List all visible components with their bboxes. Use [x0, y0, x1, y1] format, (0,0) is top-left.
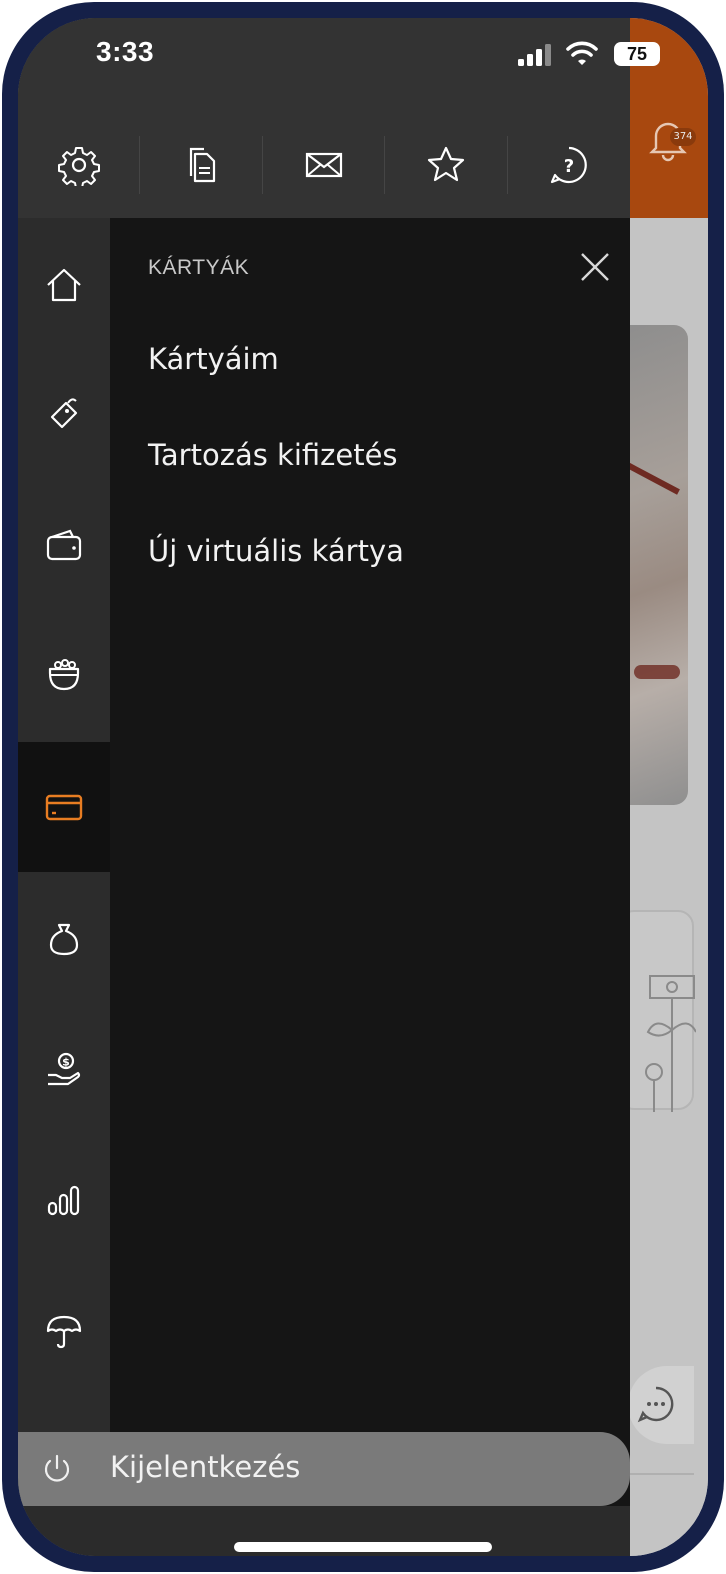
banner-decoration — [634, 665, 680, 679]
home-indicator[interactable] — [234, 1542, 492, 1552]
credit-card-icon — [45, 794, 83, 821]
messages-button[interactable] — [263, 130, 386, 200]
notification-badge: 374 — [670, 128, 696, 146]
logout-button[interactable]: Kijelentkezés — [18, 1432, 630, 1506]
tag-icon — [50, 398, 78, 429]
rail-item-cards[interactable] — [18, 742, 110, 872]
submenu-title: KÁRTYÁK — [148, 256, 250, 279]
favorites-button[interactable] — [385, 130, 508, 200]
chat-icon — [637, 1386, 674, 1423]
bar-chart-icon — [47, 1185, 80, 1216]
drawer-toolbar: ? — [18, 130, 630, 200]
logout-label: Kijelentkezés — [110, 1450, 301, 1484]
cards-submenu: KÁRTYÁK Kártyáim Tartozás kifizetés Új v… — [110, 218, 630, 1432]
wifi-icon — [566, 41, 598, 65]
menu-item-debt-payment[interactable]: Tartozás kifizetés — [148, 438, 398, 472]
rail-item-savings[interactable] — [18, 610, 110, 740]
rail-item-accounts[interactable] — [18, 480, 110, 610]
power-icon — [44, 1454, 70, 1482]
money-bag-icon — [49, 923, 79, 956]
wallet-icon — [46, 529, 82, 561]
menu-item-new-virtual-card[interactable]: Új virtuális kártya — [148, 534, 404, 568]
document-icon — [189, 147, 215, 183]
phone-frame: 374 ? $ KÁRTYÁK Kártyáim Tartozás kifize… — [0, 0, 726, 1574]
rail-item-statistics[interactable] — [18, 1134, 110, 1264]
help-button[interactable]: ? — [508, 130, 630, 200]
hand-coin-icon: $ — [48, 1052, 81, 1086]
piggy-pot-icon — [48, 659, 80, 691]
navigation-drawer: ? $ KÁRTYÁK Kártyáim Tartozás kifizetés … — [18, 18, 630, 1556]
rail-item-loans[interactable]: $ — [18, 1004, 110, 1134]
rail-item-insurance[interactable] — [18, 1266, 110, 1396]
cellular-signal-icon — [518, 44, 551, 66]
close-icon[interactable] — [576, 248, 614, 286]
umbrella-icon — [46, 1315, 82, 1349]
money-plant-icon — [645, 975, 697, 1112]
rail-item-investments[interactable] — [18, 874, 110, 1004]
svg-text:?: ? — [564, 156, 574, 177]
svg-text:$: $ — [62, 1056, 70, 1069]
gear-icon — [58, 147, 101, 186]
home-icon — [47, 268, 81, 302]
rail-item-home[interactable] — [18, 220, 110, 350]
star-icon — [428, 146, 465, 182]
mail-icon — [305, 152, 343, 178]
category-rail: $ — [18, 218, 110, 1432]
help-icon: ? — [550, 146, 587, 184]
status-bar: 3:33 75 — [18, 18, 708, 88]
banner-decoration — [624, 461, 680, 495]
documents-button[interactable] — [140, 130, 263, 200]
status-time: 3:33 — [96, 36, 155, 67]
battery-indicator: 75 — [614, 42, 660, 66]
rail-item-offers[interactable] — [18, 350, 110, 480]
settings-button[interactable] — [18, 130, 141, 200]
screen: 374 ? $ KÁRTYÁK Kártyáim Tartozás kifize… — [18, 18, 708, 1556]
menu-item-my-cards[interactable]: Kártyáim — [148, 342, 279, 376]
